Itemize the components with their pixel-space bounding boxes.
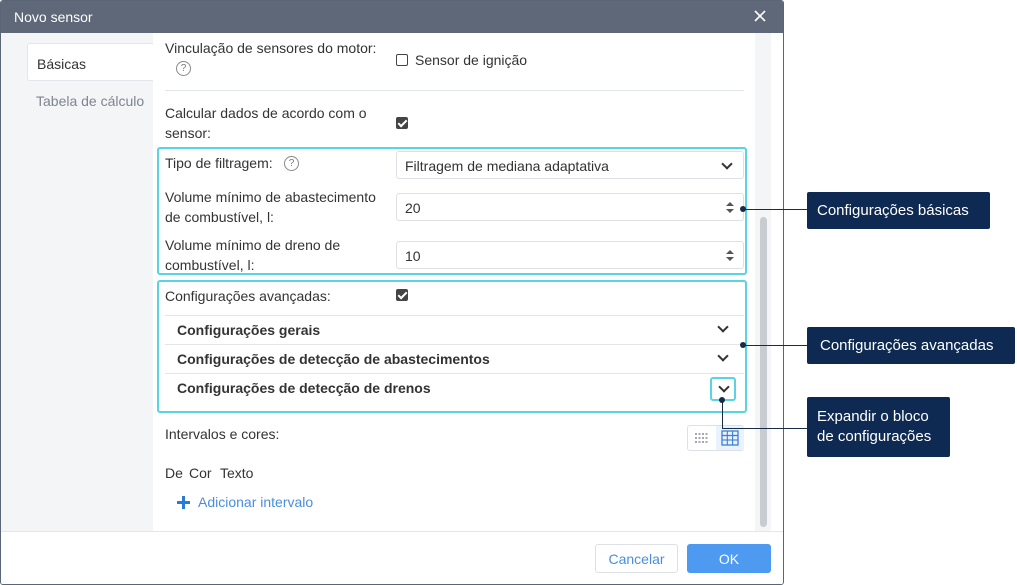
min-drain-label: Volume mínimo de dreno de combustível, l… xyxy=(165,237,341,273)
dialog-titlebar: Novo sensor xyxy=(1,1,783,33)
ok-button[interactable]: OK xyxy=(687,544,771,573)
help-icon[interactable]: ? xyxy=(284,156,299,171)
ignition-sensor-checkbox[interactable] xyxy=(396,54,408,66)
min-drain-value: 10 xyxy=(405,248,421,264)
callout-basic-settings: Configurações básicas xyxy=(807,192,990,229)
calc-by-sensor-checkbox[interactable] xyxy=(396,117,408,129)
dialog-sidebar: Básicas Tabela de cálculo xyxy=(1,33,154,531)
help-icon[interactable]: ? xyxy=(176,61,191,76)
advanced-label: Configurações avançadas: xyxy=(165,288,331,304)
table-view-icon[interactable] xyxy=(716,426,744,450)
divider xyxy=(165,373,744,374)
dialog-title: Novo sensor xyxy=(14,9,93,25)
callout-expand-block: Expandir o bloco de configurações xyxy=(807,397,950,457)
section-general[interactable]: Configurações gerais xyxy=(177,320,320,340)
chevron-down-icon xyxy=(718,381,730,393)
intervals-label: Intervalos e cores: xyxy=(165,426,280,442)
tab-basicas[interactable]: Básicas xyxy=(27,43,154,81)
filter-type-value: Filtragem de mediana adaptativa xyxy=(405,158,609,174)
right-margin xyxy=(771,33,783,531)
calc-by-sensor-label: Calcular dados de acordo com o sensor: xyxy=(165,105,367,141)
column-de: De xyxy=(165,465,183,481)
min-fill-value: 20 xyxy=(405,200,421,216)
dialog-content: Vinculação de sensores do motor: ? Senso… xyxy=(153,33,755,531)
leader-line xyxy=(722,400,723,428)
min-fill-label: Volume mínimo de abastecimento de combus… xyxy=(165,189,376,225)
callout-expand-line-1: Expandir o bloco xyxy=(817,408,929,425)
section-drain-detection[interactable]: Configurações de detecção de drenos xyxy=(177,378,431,398)
leader-line xyxy=(722,428,808,429)
spinner-icon[interactable] xyxy=(726,250,734,262)
add-interval-label: Adicionar intervalo xyxy=(198,494,314,510)
plus-icon xyxy=(177,496,190,509)
section-fill-detection[interactable]: Configurações de detecção de abastecimen… xyxy=(177,349,490,369)
column-cor: Cor xyxy=(189,465,212,481)
filter-type-label: Tipo de filtragem: xyxy=(165,155,273,171)
dialog-footer: Cancelar OK xyxy=(1,531,783,584)
engine-binding-label: Vinculação de sensores do motor: xyxy=(165,40,377,56)
close-icon[interactable] xyxy=(751,7,769,25)
filter-type-select[interactable]: Filtragem de mediana adaptativa xyxy=(396,151,744,179)
divider xyxy=(165,344,744,345)
divider xyxy=(165,90,744,91)
spinner-icon[interactable] xyxy=(726,202,734,214)
cancel-button[interactable]: Cancelar xyxy=(595,544,678,573)
chevron-down-icon xyxy=(721,158,733,170)
min-fill-input[interactable]: 20 xyxy=(396,193,744,221)
add-interval-link[interactable]: Adicionar intervalo xyxy=(177,494,313,510)
divider xyxy=(165,315,744,316)
callout-expand-line-2: de configurações xyxy=(817,428,932,445)
ignition-sensor-label: Sensor de ignição xyxy=(415,52,528,68)
new-sensor-dialog: Novo sensor Básicas Tabela de cálculo Vi… xyxy=(0,0,784,585)
min-drain-input[interactable]: 10 xyxy=(396,241,744,269)
callout-advanced-settings: Configurações avançadas xyxy=(807,327,1015,364)
scrollbar-thumb[interactable] xyxy=(760,217,767,527)
column-texto: Texto xyxy=(220,465,254,481)
leader-line xyxy=(743,345,808,346)
list-view-icon[interactable] xyxy=(688,426,716,450)
advanced-checkbox[interactable] xyxy=(396,289,408,301)
tab-tabela-de-calculo[interactable]: Tabela de cálculo xyxy=(27,81,154,119)
leader-line xyxy=(743,209,808,210)
